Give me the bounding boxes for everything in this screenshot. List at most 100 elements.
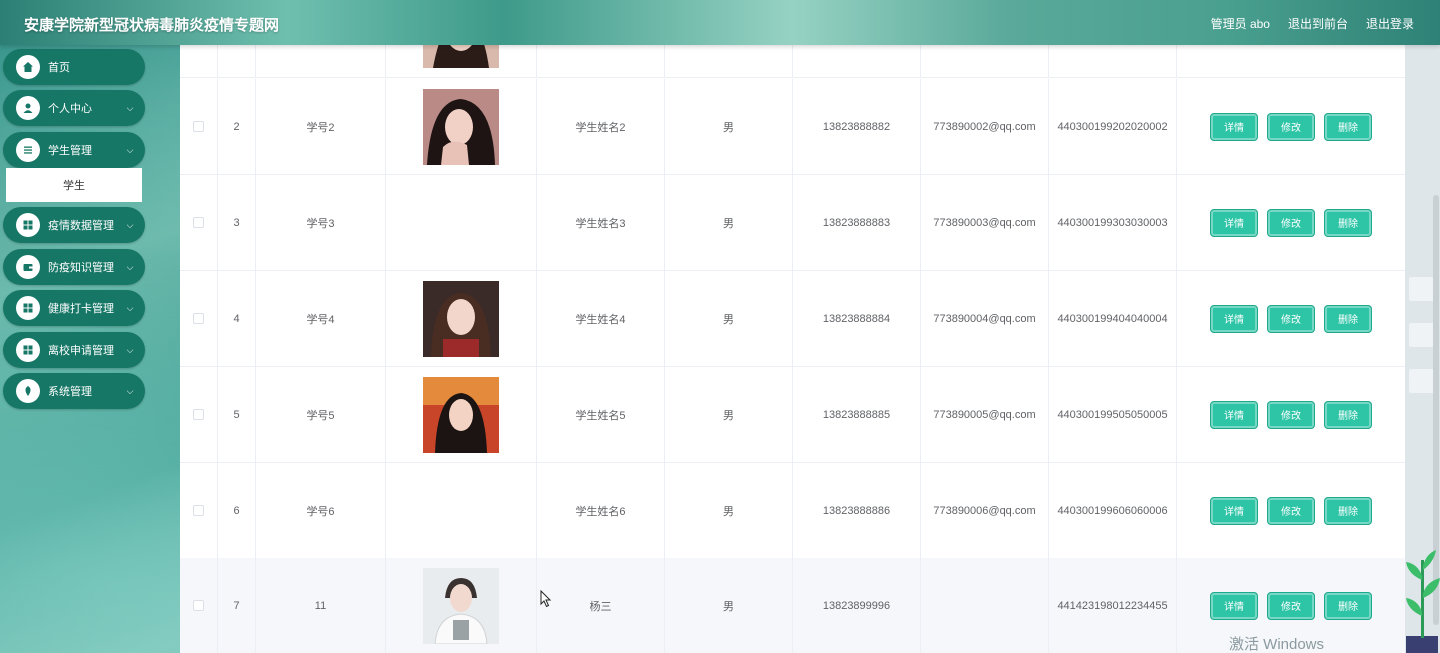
sidebar-item-system[interactable]: 系统管理 ⌵ xyxy=(3,373,145,409)
chevron-down-icon: ⌵ xyxy=(126,385,134,396)
sidebar-item-label: 离校申请管理 xyxy=(48,345,114,357)
student-phone: 13823888883 xyxy=(793,175,921,270)
student-photo xyxy=(423,88,499,165)
student-name: 学生姓名2 xyxy=(537,79,665,174)
row-actions: 详情 修改 删除 xyxy=(1177,175,1405,270)
user-icon xyxy=(16,96,40,120)
delete-button[interactable]: 删除 xyxy=(1324,112,1372,141)
row-checkbox[interactable] xyxy=(193,217,204,228)
delete-button[interactable]: 删除 xyxy=(1324,208,1372,237)
student-sex: 男 xyxy=(665,558,793,653)
student-id-card: 440300199606060006 xyxy=(1049,463,1177,558)
student-number: 11 xyxy=(256,558,386,653)
detail-button[interactable]: 详情 xyxy=(1210,496,1258,525)
table-row xyxy=(180,45,1405,78)
student-sex: 男 xyxy=(665,463,793,558)
delete-button[interactable]: 删除 xyxy=(1324,400,1372,429)
student-id-card: 440300199202020002 xyxy=(1049,79,1177,174)
sidebar-item-label: 健康打卡管理 xyxy=(48,303,114,315)
student-photo xyxy=(423,376,499,453)
student-name: 学生姓名5 xyxy=(537,367,665,462)
row-checkbox[interactable] xyxy=(193,121,204,132)
student-sex: 男 xyxy=(665,79,793,174)
student-number: 学号4 xyxy=(256,271,386,366)
student-photo-cell xyxy=(386,45,537,77)
row-checkbox[interactable] xyxy=(193,409,204,420)
sidebar-item-label: 系统管理 xyxy=(48,386,92,398)
sidebar-item-leave-application[interactable]: 离校申请管理 ⌵ xyxy=(3,332,145,368)
student-photo-cell xyxy=(386,463,537,558)
detail-button[interactable]: 详情 xyxy=(1210,304,1258,333)
student-email xyxy=(921,558,1049,653)
student-id-card: 440300199303030003 xyxy=(1049,175,1177,270)
grid-icon xyxy=(16,338,40,362)
student-photo-cell xyxy=(386,558,537,653)
student-phone: 13823899996 xyxy=(793,558,921,653)
top-header: 安康学院新型冠状病毒肺炎疫情专题网 管理员 abo 退出到前台 退出登录 xyxy=(0,0,1440,45)
delete-button[interactable]: 删除 xyxy=(1324,591,1372,620)
sidebar-item-label: 个人中心 xyxy=(48,103,92,115)
student-sex: 男 xyxy=(665,271,793,366)
student-phone: 13823888885 xyxy=(793,367,921,462)
leaf-icon xyxy=(16,379,40,403)
edit-button[interactable]: 修改 xyxy=(1267,208,1315,237)
row-index: 4 xyxy=(218,271,256,366)
student-photo-cell xyxy=(386,271,537,366)
delete-button[interactable]: 删除 xyxy=(1324,496,1372,525)
student-name: 杨三 xyxy=(537,558,665,653)
student-sex: 男 xyxy=(665,175,793,270)
sidebar-item-health-checkin[interactable]: 健康打卡管理 ⌵ xyxy=(3,290,145,326)
wallet-icon xyxy=(16,255,40,279)
sidebar-item-students[interactable]: 学生管理 ⌵ xyxy=(3,132,145,168)
detail-button[interactable]: 详情 xyxy=(1210,208,1258,237)
student-number: 学号2 xyxy=(256,79,386,174)
edit-button[interactable]: 修改 xyxy=(1267,304,1315,333)
edit-button[interactable]: 修改 xyxy=(1267,591,1315,620)
student-sex: 男 xyxy=(665,367,793,462)
row-checkbox[interactable] xyxy=(193,505,204,516)
grid-icon xyxy=(16,296,40,320)
sidebar-item-profile[interactable]: 个人中心 ⌵ xyxy=(3,90,145,126)
back-to-front-link[interactable]: 退出到前台 xyxy=(1288,15,1348,32)
plant-decoration-icon xyxy=(1406,550,1440,653)
student-phone: 13823888886 xyxy=(793,463,921,558)
row-index: 2 xyxy=(218,79,256,174)
student-photo-cell xyxy=(386,175,537,270)
student-name: 学生姓名4 xyxy=(537,271,665,366)
row-actions: 详情 修改 删除 xyxy=(1177,271,1405,366)
student-email: 773890006@qq.com xyxy=(921,463,1049,558)
chevron-down-icon: ⌵ xyxy=(126,261,134,272)
mouse-cursor-icon xyxy=(540,590,552,608)
row-checkbox[interactable] xyxy=(193,600,204,611)
table-row: 3 学号3 学生姓名3 男 13823888883 773890003@qq.c… xyxy=(180,175,1405,271)
row-index: 3 xyxy=(218,175,256,270)
sidebar: 首页 个人中心 ⌵ 学生管理 ⌵ 学生 疫情数据管理 ⌵ 防疫知识管理 ⌵ 健康… xyxy=(0,45,150,653)
row-index: 6 xyxy=(218,463,256,558)
row-index: 7 xyxy=(218,558,256,653)
delete-button[interactable]: 删除 xyxy=(1324,304,1372,333)
row-checkbox[interactable] xyxy=(193,313,204,324)
sidebar-subitem-student[interactable]: 学生 xyxy=(6,168,142,202)
row-index: 5 xyxy=(218,367,256,462)
sidebar-item-epidemic-data[interactable]: 疫情数据管理 ⌵ xyxy=(3,207,145,243)
chevron-down-icon: ⌵ xyxy=(126,344,134,355)
detail-button[interactable]: 详情 xyxy=(1210,591,1258,620)
student-name: 学生姓名6 xyxy=(537,463,665,558)
sidebar-item-prevention-knowledge[interactable]: 防疫知识管理 ⌵ xyxy=(3,249,145,285)
detail-button[interactable]: 详情 xyxy=(1210,112,1258,141)
admin-user-label[interactable]: 管理员 abo xyxy=(1211,15,1270,32)
table-row: 2 学号2 学生姓名2 男 13823888882 773890002@qq.c… xyxy=(180,79,1405,175)
detail-button[interactable]: 详情 xyxy=(1210,400,1258,429)
edit-button[interactable]: 修改 xyxy=(1267,400,1315,429)
student-photo-cell xyxy=(386,367,537,462)
row-actions: 详情 修改 删除 xyxy=(1177,463,1405,558)
sidebar-item-label: 首页 xyxy=(48,62,70,74)
edit-button[interactable]: 修改 xyxy=(1267,496,1315,525)
sidebar-item-home[interactable]: 首页 xyxy=(3,49,145,85)
edit-button[interactable]: 修改 xyxy=(1267,112,1315,141)
logout-link[interactable]: 退出登录 xyxy=(1366,15,1414,32)
sidebar-item-label: 学生管理 xyxy=(48,145,92,157)
student-photo xyxy=(423,280,499,357)
grid-icon xyxy=(16,213,40,237)
student-number: 学号6 xyxy=(256,463,386,558)
